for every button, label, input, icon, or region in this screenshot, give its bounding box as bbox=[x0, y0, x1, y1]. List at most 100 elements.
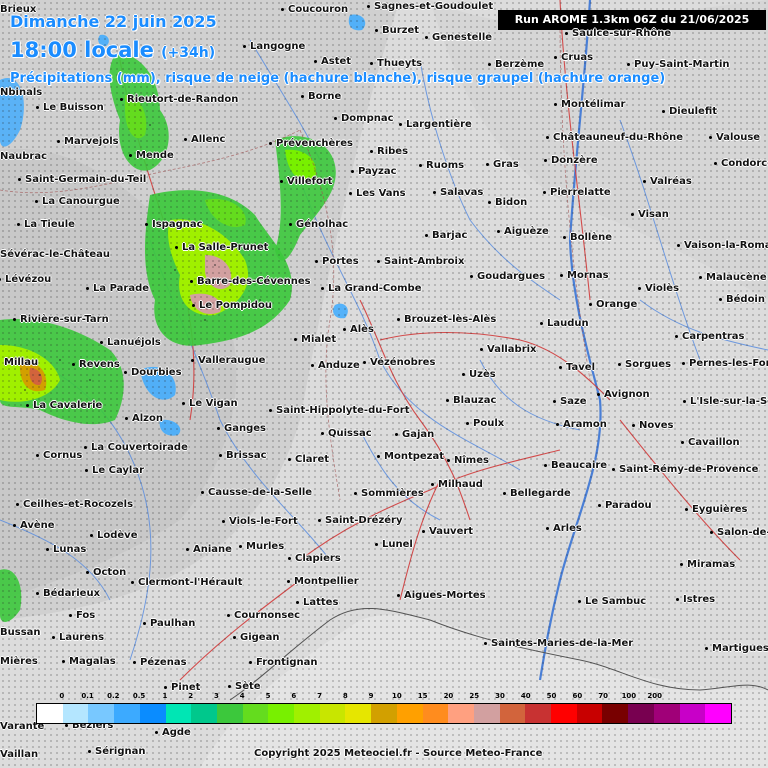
forecast-time-offset: (+34h) bbox=[161, 45, 216, 61]
town-label: Bellegarde bbox=[503, 488, 571, 499]
town-label: Laurens bbox=[51, 632, 105, 643]
town-label: Ganges bbox=[217, 423, 266, 434]
town-label: Clermont-l'Hérault bbox=[130, 577, 243, 588]
town-label: Mialet bbox=[293, 334, 337, 345]
legend-labels: 0 0.1 0.2 0.5 1 2 3 4 5 6 7 8 9 10 15 20 25 30 40 50 60 70 100… bbox=[36, 692, 732, 702]
town-label: Orange bbox=[588, 299, 638, 310]
town-label: Vaison-la-Romaine bbox=[677, 240, 768, 251]
legend-tick-label: 0.1 bbox=[81, 692, 94, 700]
town-label: Malaucène bbox=[699, 272, 767, 283]
legend-swatch bbox=[525, 704, 552, 723]
town-label: Martigues bbox=[705, 643, 768, 654]
town-label: Claret bbox=[287, 454, 330, 465]
town-label: Coucouron bbox=[280, 4, 349, 15]
town-label: Saint-Drézéry bbox=[318, 515, 403, 526]
town-label: Viols-le-Fort bbox=[222, 516, 298, 527]
legend-tick-label: 9 bbox=[368, 692, 374, 700]
town-label: Brouzet-lès-Alès bbox=[396, 314, 497, 325]
forecast-time: 18:00 locale (+34h) bbox=[10, 38, 215, 62]
town-label: Vézénobres bbox=[362, 357, 436, 368]
legend-swatch bbox=[165, 704, 192, 723]
town-label: Bussan bbox=[0, 627, 41, 638]
town-label: Gajan bbox=[394, 429, 435, 440]
town-label: Saint-Rémy-de-Provence bbox=[611, 464, 759, 475]
legend-swatch bbox=[294, 704, 320, 723]
town-label: Cruas bbox=[553, 52, 594, 63]
town-label: Mières bbox=[0, 656, 38, 667]
town-label: Beaucaire bbox=[543, 460, 608, 471]
town-label: Mornas bbox=[560, 270, 609, 281]
legend-tick-label: 60 bbox=[572, 692, 583, 700]
town-label: Vaillan bbox=[0, 749, 39, 760]
legend-tick-label: 6 bbox=[291, 692, 297, 700]
legend-tick-label: 0.2 bbox=[107, 692, 120, 700]
town-label: Frontignan bbox=[248, 657, 318, 668]
forecast-time-main: 18:00 locale bbox=[10, 38, 154, 62]
town-label: Burzet bbox=[374, 25, 420, 36]
town-label: Thueyts bbox=[369, 58, 423, 69]
legend-swatch bbox=[345, 704, 372, 723]
town-label: Les Vans bbox=[349, 188, 406, 199]
legend-tick-label: 4 bbox=[239, 692, 245, 700]
weather-map: Dimanche 22 juin 2025 18:00 locale (+34h… bbox=[0, 0, 768, 768]
legend-swatch bbox=[37, 704, 63, 723]
legend-tick-label: 10 bbox=[392, 692, 402, 700]
town-label: Paulhan bbox=[142, 618, 196, 629]
legend-swatch bbox=[371, 704, 397, 723]
town-label: Villefort bbox=[280, 176, 333, 187]
town-label: Langogne bbox=[242, 41, 306, 52]
legend-swatch bbox=[88, 704, 115, 723]
town-label: Ispagnac bbox=[145, 219, 203, 230]
town-label: Rivière-sur-Tarn bbox=[13, 314, 109, 325]
town-label: Cournonsec bbox=[226, 610, 301, 621]
town-label: Genestelle bbox=[424, 32, 493, 43]
town-label: Fos bbox=[68, 610, 96, 621]
legend-swatch bbox=[422, 704, 449, 723]
legend-swatch bbox=[191, 704, 217, 723]
town-label: Noves bbox=[632, 420, 674, 431]
town-label: Montpellier bbox=[287, 576, 359, 587]
legend-swatch bbox=[396, 704, 423, 723]
town-label: Portes bbox=[315, 256, 359, 267]
town-label: Dourbies bbox=[124, 367, 182, 378]
town-label: Saintes-Maries-de-la-Mer bbox=[483, 638, 634, 649]
town-label: Marvejols bbox=[57, 136, 119, 147]
town-label: Lattes bbox=[295, 597, 339, 608]
town-label: La Canourgue bbox=[35, 196, 120, 207]
town-label: Pézenas bbox=[133, 657, 187, 668]
town-label: Brissac bbox=[219, 450, 267, 461]
legend-tick-label: 25 bbox=[469, 692, 480, 700]
town-label: Le Caylar bbox=[84, 465, 145, 476]
town-label: Châteauneuf-du-Rhône bbox=[546, 132, 683, 143]
town-label: Le Buisson bbox=[36, 102, 104, 113]
town-label: Laudun bbox=[540, 318, 589, 329]
forecast-subtitle: Précipitations (mm), risque de neige (ha… bbox=[10, 71, 666, 86]
town-label: Alzon bbox=[125, 413, 163, 424]
town-label: La Grand-Combe bbox=[321, 283, 422, 294]
town-label: Lunel bbox=[375, 539, 413, 550]
legend-swatch bbox=[62, 704, 89, 723]
town-label: Avène bbox=[13, 520, 55, 531]
town-label: Salon-de-Provence bbox=[710, 527, 768, 538]
town-label: Naubrac bbox=[0, 151, 48, 162]
legend-swatch bbox=[114, 704, 140, 723]
town-label: Eyguières bbox=[685, 504, 748, 515]
town-label: Le Sambuc bbox=[577, 596, 647, 607]
town-label: Lunas bbox=[45, 544, 87, 555]
legend-tick-label: 40 bbox=[520, 692, 531, 700]
town-label: Visan bbox=[631, 209, 669, 220]
town-label: Causse-de-la-Selle bbox=[200, 487, 313, 498]
legend-swatch bbox=[319, 704, 346, 723]
town-label: Berzème bbox=[487, 59, 545, 70]
town-label: Sète bbox=[228, 681, 261, 692]
legend-tick-label: 7 bbox=[317, 692, 322, 700]
town-label: Istres bbox=[675, 594, 716, 605]
town-label: La Salle-Prunet bbox=[174, 242, 269, 253]
town-label: Pernes-les-Fontaines bbox=[682, 358, 768, 369]
town-label: Dompnac bbox=[334, 113, 394, 124]
town-label: Le Pompidou bbox=[192, 300, 272, 311]
town-label: Borne bbox=[300, 91, 342, 102]
town-label: Sagnes-et-Goudoulet bbox=[366, 1, 494, 12]
town-label: Barjac bbox=[424, 230, 468, 241]
legend-tick-label: 20 bbox=[443, 692, 454, 700]
